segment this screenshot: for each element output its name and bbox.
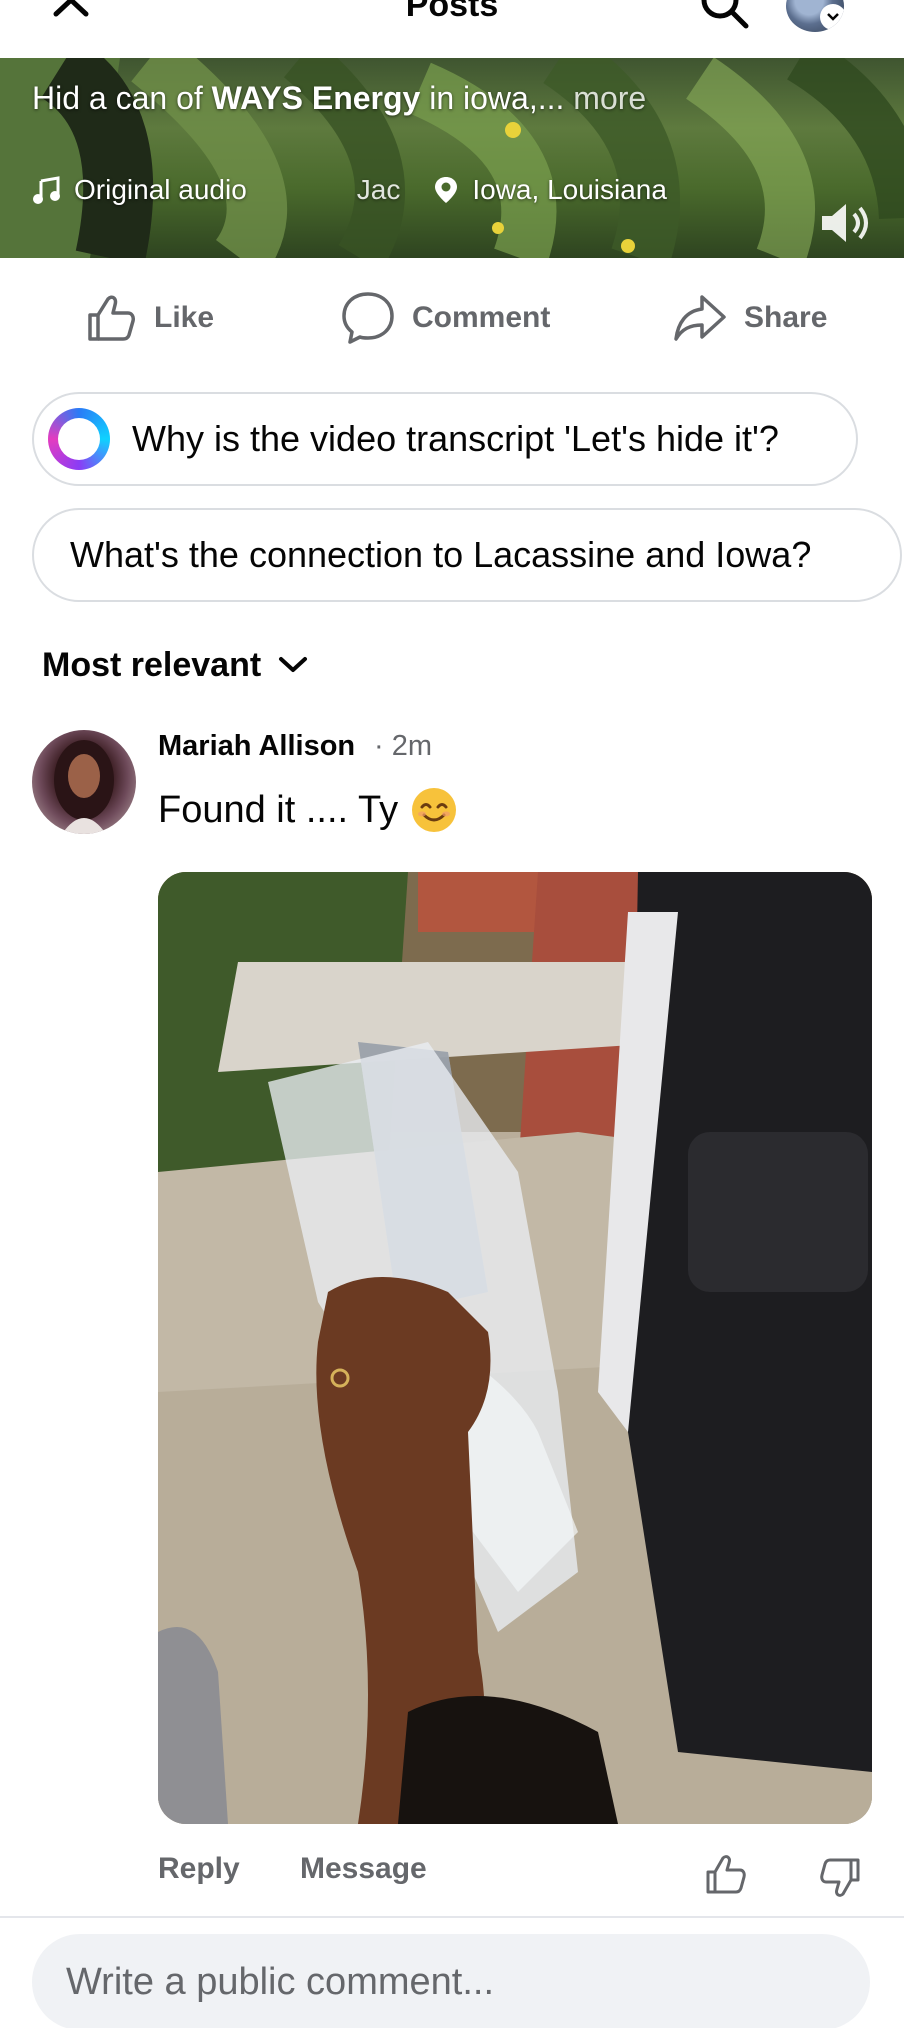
comment-text: Found it .... Ty: [158, 786, 458, 834]
comment-button[interactable]: Comment: [340, 288, 550, 348]
brand-name: WAYS Energy: [211, 80, 421, 116]
thumbs-down-icon[interactable]: [818, 1856, 862, 1900]
reply-button[interactable]: Reply: [158, 1852, 240, 1886]
comment-timestamp: · 2m: [374, 730, 432, 762]
comment-sort-dropdown[interactable]: Most relevant: [42, 640, 309, 690]
location-label[interactable]: Iowa, Louisiana: [472, 174, 667, 206]
audio-label[interactable]: Original audio: [74, 174, 247, 206]
chevron-down-icon: [820, 4, 844, 30]
music-note-icon: [33, 176, 60, 204]
comment-photo[interactable]: [158, 872, 872, 1824]
see-more-link[interactable]: more: [573, 80, 646, 116]
photo-can-in-bag: [158, 872, 872, 1824]
comment-bubble-icon: [342, 292, 394, 344]
speaker-icon[interactable]: [818, 198, 874, 248]
comment-input[interactable]: Write a public comment...: [32, 1934, 870, 2028]
video-preview[interactable]: Hid a can of WAYS Energy in iowa,... mor…: [0, 58, 904, 258]
suggestion-chip-connection[interactable]: What's the connection to Lacassine and I…: [32, 508, 902, 602]
message-button[interactable]: Message: [300, 1852, 427, 1886]
profile-avatar-icon[interactable]: [786, 0, 844, 32]
share-button[interactable]: Share: [672, 288, 827, 348]
search-icon[interactable]: [694, 0, 754, 32]
avatar-portrait: [54, 740, 114, 834]
divider: [0, 1916, 904, 1918]
comment-author[interactable]: Mariah Allison: [158, 730, 355, 763]
avatar[interactable]: [32, 730, 136, 834]
smiling-face-emoji: [412, 788, 457, 832]
thumbs-up-icon[interactable]: [704, 1852, 748, 1896]
author-fragment[interactable]: Jac: [357, 174, 401, 206]
thumbs-up-icon: [88, 295, 135, 341]
location-pin-icon: [435, 177, 458, 203]
meta-ai-icon: [48, 408, 110, 470]
chevron-down-icon: [279, 657, 308, 672]
like-button[interactable]: Like: [84, 288, 214, 348]
share-arrow-icon: [674, 295, 726, 341]
page-title: Posts: [405, 0, 499, 24]
video-meta: Original audio Jac Iowa, Louisiana: [32, 170, 667, 210]
video-caption[interactable]: Hid a can of WAYS Energy in iowa,... mor…: [32, 80, 646, 117]
suggestion-chip-transcript[interactable]: Why is the video transcript 'Let's hide …: [32, 392, 858, 486]
post-actions: Like Comment Share: [0, 258, 904, 378]
top-bar: Posts: [0, 0, 904, 58]
